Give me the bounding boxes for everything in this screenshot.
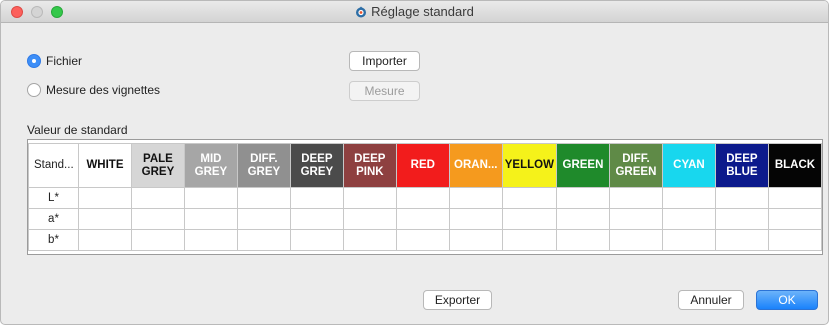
- measure-radio[interactable]: [27, 83, 41, 97]
- file-radio[interactable]: [27, 54, 41, 68]
- value-cell[interactable]: [767, 187, 823, 209]
- value-cell[interactable]: [130, 187, 185, 209]
- value-cell[interactable]: [289, 208, 344, 230]
- color-column-header[interactable]: WHITE: [77, 143, 132, 188]
- standard-values-table: Stand... WHITE PALE GREY MID GREY DIFF. GRE…: [27, 139, 823, 255]
- color-column-header[interactable]: DIFF. GREEN: [608, 143, 663, 188]
- measure-button[interactable]: Mesure: [349, 81, 420, 101]
- value-cell[interactable]: [130, 229, 185, 251]
- value-cell[interactable]: [767, 229, 823, 251]
- value-cell[interactable]: [395, 229, 450, 251]
- table-row: b*: [28, 229, 823, 251]
- value-cell[interactable]: [236, 208, 291, 230]
- value-cell[interactable]: [448, 208, 503, 230]
- file-radio-label: Fichier: [46, 54, 83, 68]
- value-cell[interactable]: [130, 208, 185, 230]
- value-cell[interactable]: [342, 229, 397, 251]
- color-column-header[interactable]: YELLOW: [501, 143, 557, 188]
- color-column-header[interactable]: DIFF. GREY: [236, 143, 291, 188]
- file-option[interactable]: Fichier: [27, 54, 82, 68]
- value-cell[interactable]: [448, 229, 503, 251]
- table-header-row: Stand... WHITE PALE GREY MID GREY DIFF. GRE…: [28, 143, 823, 188]
- value-cell[interactable]: [501, 208, 557, 230]
- table-row: L*: [28, 187, 823, 209]
- value-cell[interactable]: [342, 208, 397, 230]
- value-cell[interactable]: [236, 187, 291, 209]
- window-title: Réglage standard: [371, 4, 474, 19]
- value-cell[interactable]: [236, 229, 291, 251]
- color-column-header[interactable]: DEEP BLUE: [714, 143, 769, 188]
- value-cell[interactable]: [501, 229, 557, 251]
- dialog-window: Réglage standard Fichier Mesure des vign…: [0, 0, 829, 325]
- value-cell[interactable]: [342, 187, 397, 209]
- value-cell[interactable]: [395, 187, 450, 209]
- color-column-header[interactable]: ORAN...: [448, 143, 503, 188]
- value-cell[interactable]: [395, 208, 450, 230]
- ok-button[interactable]: OK: [756, 290, 818, 310]
- measure-radio-label: Mesure des vignettes: [46, 83, 161, 97]
- row-label: b*: [28, 229, 79, 251]
- color-column-header[interactable]: RED: [395, 143, 450, 188]
- value-cell[interactable]: [714, 229, 769, 251]
- value-cell[interactable]: [608, 187, 663, 209]
- standard-column-header[interactable]: Stand...: [28, 143, 79, 188]
- color-column-header[interactable]: BLACK: [767, 143, 823, 188]
- value-cell[interactable]: [183, 208, 238, 230]
- value-cell[interactable]: [501, 187, 557, 209]
- row-label: L*: [28, 187, 79, 209]
- value-cell[interactable]: [608, 208, 663, 230]
- color-column-header[interactable]: MID GREY: [183, 143, 238, 188]
- color-column-header[interactable]: DEEP GREY: [289, 143, 344, 188]
- value-cell[interactable]: [77, 208, 132, 230]
- value-cell[interactable]: [714, 208, 769, 230]
- value-cell[interactable]: [767, 208, 823, 230]
- value-cell[interactable]: [555, 187, 610, 209]
- value-cell[interactable]: [289, 229, 344, 251]
- table-row: a*: [28, 208, 823, 230]
- color-column-header[interactable]: GREEN: [555, 143, 610, 188]
- value-cell[interactable]: [608, 229, 663, 251]
- value-cell[interactable]: [77, 229, 132, 251]
- row-label: a*: [28, 208, 79, 230]
- cancel-button[interactable]: Annuler: [678, 290, 744, 310]
- value-cell[interactable]: [714, 187, 769, 209]
- import-button[interactable]: Importer: [349, 51, 420, 71]
- standard-values-label: Valeur de standard: [27, 123, 128, 137]
- value-cell[interactable]: [555, 208, 610, 230]
- value-cell[interactable]: [661, 229, 716, 251]
- color-column-header[interactable]: DEEP PINK: [342, 143, 397, 188]
- value-cell[interactable]: [448, 187, 503, 209]
- color-column-header[interactable]: PALE GREY: [130, 143, 185, 188]
- value-cell[interactable]: [661, 208, 716, 230]
- value-cell[interactable]: [289, 187, 344, 209]
- value-cell[interactable]: [183, 187, 238, 209]
- color-column-header[interactable]: CYAN: [661, 143, 716, 188]
- export-button[interactable]: Exporter: [423, 290, 492, 310]
- app-icon: [355, 6, 367, 21]
- title-bar: Réglage standard: [1, 1, 828, 23]
- value-cell[interactable]: [555, 229, 610, 251]
- value-cell[interactable]: [77, 187, 132, 209]
- value-cell[interactable]: [661, 187, 716, 209]
- value-cell[interactable]: [183, 229, 238, 251]
- measure-option[interactable]: Mesure des vignettes: [27, 83, 160, 97]
